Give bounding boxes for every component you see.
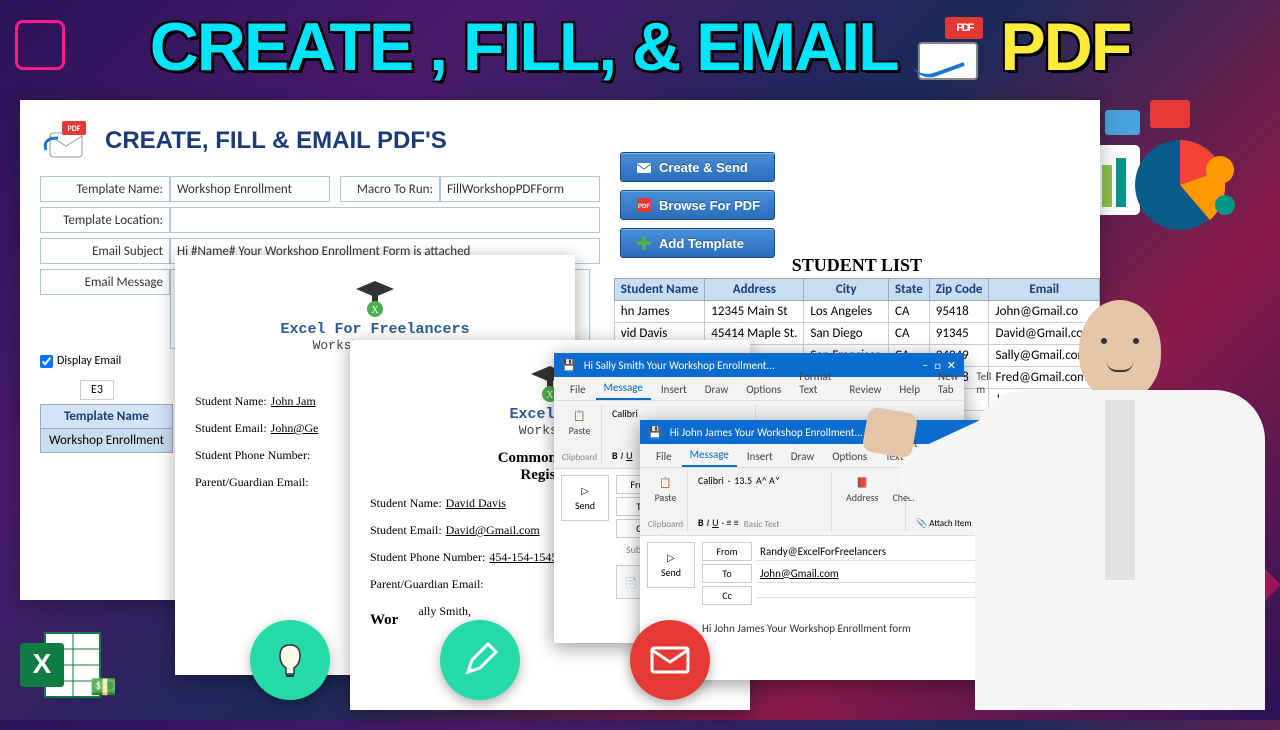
send-icon: ▷ (581, 484, 589, 497)
svg-text:X: X (33, 648, 52, 679)
create-send-button[interactable]: Create & Send (620, 152, 775, 182)
paste-button[interactable]: 📋Paste (650, 474, 681, 506)
tab-message[interactable]: Message (682, 444, 737, 467)
pdf-mail-logo-icon: PDF (40, 118, 90, 163)
clipboard-icon: 📋 (659, 476, 671, 489)
outlook-ribbon-tabs: File Message Insert Draw Options Format … (554, 377, 964, 401)
svg-text:PDF: PDF (638, 204, 650, 210)
headline-text-2: PDF (1000, 9, 1130, 85)
paste-button[interactable]: 📋Paste (564, 407, 595, 439)
minimize-icon[interactable]: − (923, 359, 928, 372)
headline-banner: CREATE , FILL, & EMAIL PDF PDF (30, 8, 1250, 86)
clipboard-icon: 📋 (573, 409, 585, 422)
template-name-input[interactable]: Workshop Enrollment (170, 176, 330, 202)
save-icon[interactable]: 💾 (562, 359, 576, 372)
tab-insert[interactable]: Insert (739, 446, 781, 467)
cell-reference[interactable]: E3 (80, 380, 114, 400)
tab-insert[interactable]: Insert (653, 379, 695, 400)
pencil-circle-icon (440, 620, 520, 700)
headline-text-1: CREATE , FILL, & EMAIL (150, 9, 897, 85)
template-location-input[interactable] (170, 207, 600, 233)
from-button[interactable]: From (702, 542, 752, 561)
template-list-row[interactable]: Workshop Enrollment (41, 429, 173, 453)
tab-message[interactable]: Message (596, 377, 651, 400)
template-list-header: Template Name (41, 405, 173, 429)
create-send-icon (635, 158, 653, 176)
save-icon[interactable]: 💾 (648, 426, 662, 439)
send-button[interactable]: ▷Send (561, 475, 609, 521)
excel-app-icon: X💵 (15, 625, 115, 705)
presenter-person (970, 300, 1270, 730)
tab-file[interactable]: File (648, 446, 680, 467)
email-subject-label: Email Subject (40, 238, 170, 264)
tab-format[interactable]: Format Text (791, 366, 839, 400)
address-button[interactable]: 📕Address (842, 474, 882, 506)
template-list-table: Template Name Workshop Enrollment (40, 404, 173, 453)
email-message-label: Email Message (40, 269, 170, 295)
svg-text:X: X (371, 305, 379, 316)
outlook-titlebar[interactable]: 💾 Hi Sally Smith Your Workshop Enrollmen… (554, 353, 964, 377)
macro-input[interactable]: FillWorkshopPDFForm (440, 176, 600, 202)
browse-pdf-button[interactable]: PDF Browse For PDF (620, 190, 775, 220)
tab-help[interactable]: Help (891, 379, 928, 400)
pdf-envelope-icon: PDF (913, 25, 983, 80)
add-template-icon (635, 234, 653, 252)
template-name-label: Template Name: (40, 176, 170, 202)
display-email-label: Display Email (57, 354, 121, 368)
send-button[interactable]: ▷Send (647, 542, 695, 588)
svg-text:PDF: PDF (68, 124, 81, 134)
pdf-file-icon: 📄 (625, 576, 637, 589)
to-button[interactable]: To (702, 564, 752, 583)
macro-label: Macro To Run: (340, 176, 440, 202)
send-icon: ▷ (667, 551, 675, 564)
svg-text:💵: 💵 (90, 673, 115, 702)
template-location-label: Template Location: (40, 207, 170, 233)
graduation-cap-icon: X (354, 275, 396, 317)
tab-newtab[interactable]: New Tab (930, 366, 966, 400)
add-template-button[interactable]: Add Template (620, 228, 775, 258)
lightbulb-circle-icon (250, 620, 330, 700)
tab-review[interactable]: Review (841, 379, 889, 400)
tab-options[interactable]: Options (738, 379, 789, 400)
cc-button[interactable]: Cc (702, 586, 752, 605)
email-circle-icon (630, 620, 710, 700)
panel-title: CREATE, FILL & EMAIL PDF'S (105, 127, 447, 155)
tab-file[interactable]: File (562, 379, 594, 400)
tab-draw[interactable]: Draw (783, 446, 822, 467)
student-list-title: STUDENT LIST (614, 255, 1100, 276)
tab-draw[interactable]: Draw (697, 379, 736, 400)
display-email-checkbox[interactable] (40, 355, 53, 368)
browse-pdf-icon: PDF (635, 196, 653, 214)
